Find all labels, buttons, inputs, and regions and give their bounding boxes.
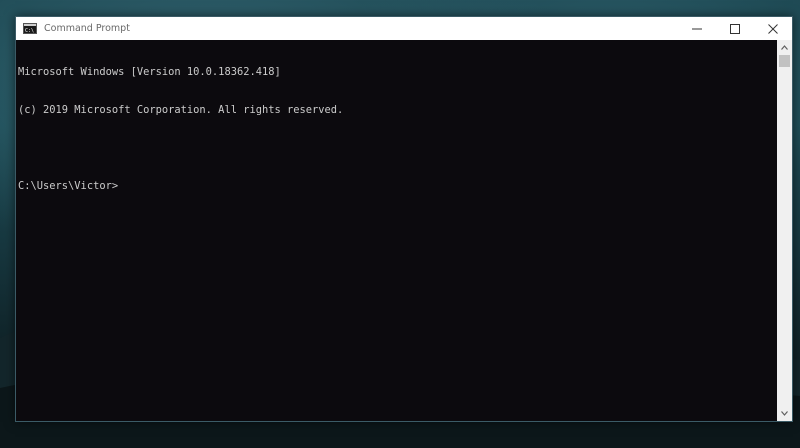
maximize-icon xyxy=(730,23,740,34)
scroll-down-button[interactable] xyxy=(777,406,792,421)
command-prompt-icon: C:\ xyxy=(23,23,37,34)
scroll-up-button[interactable] xyxy=(777,40,792,55)
window-title: Command Prompt xyxy=(44,23,130,34)
title-bar[interactable]: C:\ Command Prompt xyxy=(16,17,792,40)
console-line-blank xyxy=(18,142,777,155)
console-output[interactable]: Microsoft Windows [Version 10.0.18362.41… xyxy=(16,40,777,421)
arrow-down-icon xyxy=(781,411,788,416)
console-line-version: Microsoft Windows [Version 10.0.18362.41… xyxy=(18,66,281,79)
window-controls xyxy=(678,17,792,40)
console-line-copyright: (c) 2019 Microsoft Corporation. All righ… xyxy=(18,103,344,116)
maximize-button[interactable] xyxy=(716,17,754,40)
console-prompt[interactable]: C:\Users\Victor> xyxy=(18,180,777,193)
arrow-up-icon xyxy=(781,45,788,50)
svg-text:C:\: C:\ xyxy=(25,28,34,34)
close-icon xyxy=(768,23,778,34)
minimize-icon xyxy=(692,28,702,29)
vertical-scrollbar[interactable] xyxy=(777,40,792,421)
scrollbar-thumb[interactable] xyxy=(779,55,790,67)
minimize-button[interactable] xyxy=(678,17,716,40)
command-prompt-window[interactable]: C:\ Command Prompt Microsoft Windows [Ve… xyxy=(15,16,793,422)
close-button[interactable] xyxy=(754,17,792,40)
